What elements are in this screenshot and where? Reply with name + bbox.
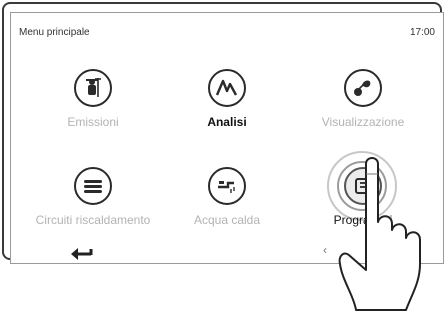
status-bar: Menu principale 17:00 xyxy=(11,13,443,49)
menu-item-label: Analisi xyxy=(207,115,247,129)
menu-item-emissioni[interactable]: Emissioni xyxy=(23,69,163,139)
analysis-graph-icon xyxy=(208,69,246,107)
radiator-icon xyxy=(74,167,112,205)
menu-item-label: Emissioni xyxy=(67,115,119,129)
tap-water-icon xyxy=(208,167,246,205)
chevron-left-icon[interactable]: ‹ xyxy=(323,243,327,257)
page-title: Menu principale xyxy=(19,27,90,38)
menu-item-visualizzazione[interactable]: Visualizzazione xyxy=(293,69,433,139)
fan-sensor-icon xyxy=(344,69,382,107)
chimney-sweep-icon xyxy=(74,69,112,107)
clock: 17:00 xyxy=(409,27,435,38)
menu-item-label: Visualizzazione xyxy=(321,115,405,129)
menu-item-label: Acqua calda xyxy=(193,213,261,227)
menu-item-label: Circuiti riscaldamento xyxy=(35,213,151,227)
menu-item-acqua-calda[interactable]: Acqua calda xyxy=(157,167,297,237)
menu-item-circuiti-riscaldamento[interactable]: Circuiti riscaldamento xyxy=(23,167,163,237)
back-arrow-icon[interactable] xyxy=(69,243,95,261)
pointing-hand-icon xyxy=(338,157,421,311)
menu-item-analisi[interactable]: Analisi xyxy=(157,69,297,139)
